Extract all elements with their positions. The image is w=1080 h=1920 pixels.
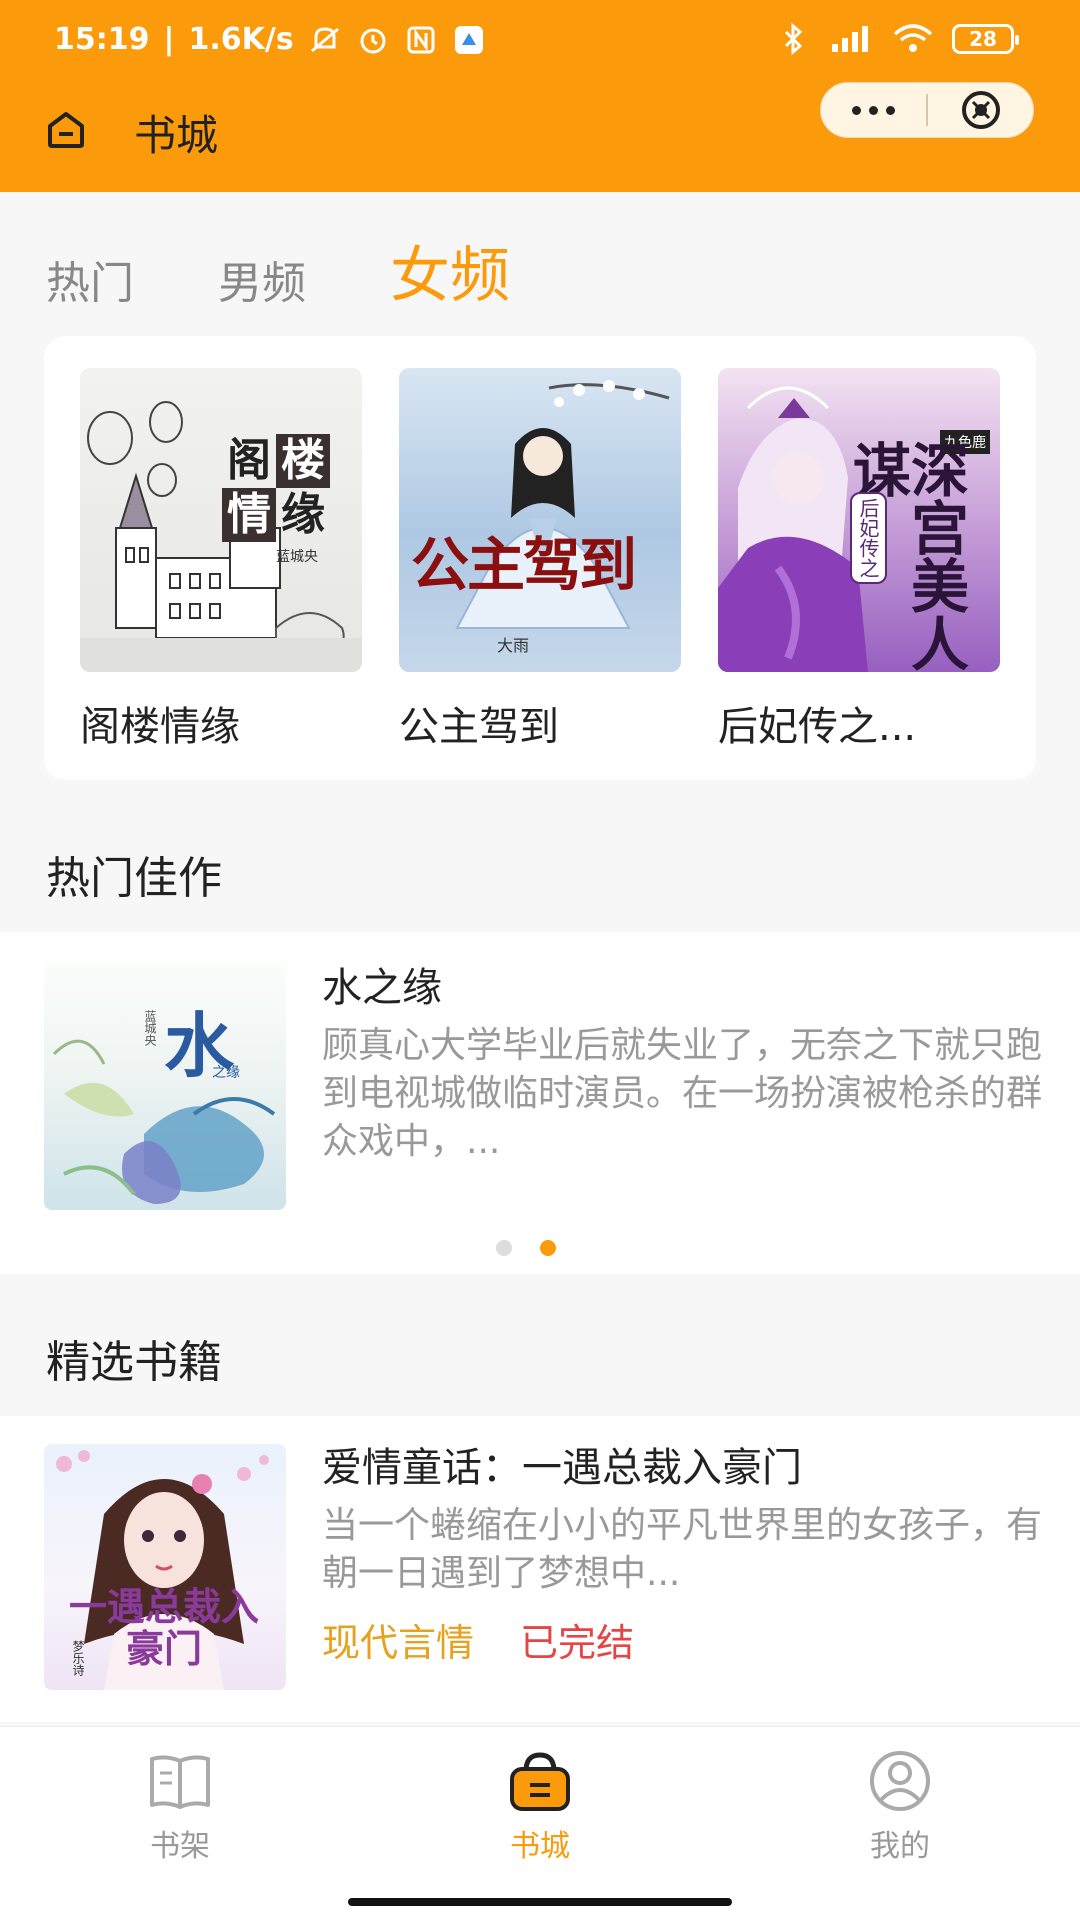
home-indicator[interactable] bbox=[348, 1898, 732, 1906]
featured-book-title: 后妃传之... bbox=[718, 704, 917, 750]
status-right: 28 bbox=[776, 22, 1019, 56]
cover-author: 蓝城央 bbox=[143, 1010, 157, 1046]
featured-book[interactable]: 阁 楼 情 缘 蓝城央 阁楼情缘 bbox=[80, 368, 362, 752]
status-divider: | bbox=[163, 22, 175, 57]
wifi-icon bbox=[892, 22, 934, 56]
more-dot-icon bbox=[869, 105, 878, 115]
book-description: 当一个蜷缩在小小的平凡世界里的女孩子，有朝一日遇到了梦想中... bbox=[322, 1505, 1043, 1594]
tabbar-item-bookshelf[interactable]: 书架 bbox=[80, 1749, 280, 1865]
cover-title: 公主驾到 bbox=[411, 531, 637, 599]
page-title: 书城 bbox=[134, 111, 219, 160]
book-tags: 现代言情 已完结 bbox=[322, 1612, 1052, 1667]
hot-books-carousel: 水 之缘 蓝城央 水之缘 顾真心大学毕业后就失业了，无奈之下就只跑到电视城做临时… bbox=[0, 932, 1080, 1274]
carousel-dot[interactable] bbox=[496, 1240, 512, 1256]
book-info: 爱情童话：一遇总裁入豪门 当一个蜷缩在小小的平凡世界里的女孩子，有朝一日遇到了梦… bbox=[322, 1444, 1052, 1667]
status-tag: 已完结 bbox=[520, 1621, 635, 1665]
tabbar-item-mine[interactable]: 我的 bbox=[800, 1749, 1000, 1865]
more-dot-icon bbox=[886, 105, 895, 115]
cover-author: 梦乐诗 bbox=[71, 1640, 85, 1676]
more-dot-icon bbox=[852, 105, 861, 115]
battery-icon: 28 bbox=[952, 24, 1019, 54]
cover-title: 一遇总裁入豪门 bbox=[68, 1584, 259, 1671]
book-title: 水之缘 bbox=[322, 965, 442, 1011]
cover-subtitle: 之缘 bbox=[212, 1065, 240, 1081]
mute-icon bbox=[308, 23, 342, 57]
book-description: 顾真心大学毕业后就失业了，无奈之下就只跑到电视城做临时演员。在一场扮演被枪杀的群… bbox=[322, 1025, 1043, 1162]
tabbar-label: 我的 bbox=[870, 1829, 930, 1864]
book-title: 爱情童话：一遇总裁入豪门 bbox=[322, 1445, 802, 1491]
bottom-tab-bar: 书架 书城 我的 bbox=[0, 1726, 1080, 1920]
status-time: 15:19 bbox=[54, 22, 150, 57]
selected-books-list: 一遇总裁入豪门 梦乐诗 爱情童话：一遇总裁入豪门 当一个蜷缩在小小的平凡世界里的… bbox=[0, 1416, 1080, 1722]
app-header: 15:19 | 1.6K/s 28 书城 bbox=[0, 0, 1080, 192]
tabbar-item-bookstore[interactable]: 书城 bbox=[440, 1749, 640, 1865]
tab-male[interactable]: 男频 bbox=[218, 262, 306, 306]
user-icon bbox=[870, 1751, 930, 1811]
book-icon bbox=[150, 1755, 210, 1809]
tabbar-label: 书城 bbox=[510, 1829, 570, 1864]
cover-author: 大雨 bbox=[497, 636, 530, 655]
hot-section-title: 热门佳作 bbox=[46, 853, 222, 904]
close-button[interactable] bbox=[928, 82, 1033, 138]
signal-icon bbox=[828, 22, 874, 56]
nfc-icon bbox=[404, 23, 438, 57]
featured-book[interactable]: 九色鹿 深宫美人谋 后妃传之 后妃传之... bbox=[718, 368, 1000, 752]
status-bar: 15:19 | 1.6K/s 28 bbox=[0, 0, 1080, 82]
tab-hot[interactable]: 热门 bbox=[46, 262, 134, 306]
close-icon bbox=[961, 91, 1000, 129]
mini-program-capsule bbox=[820, 82, 1034, 138]
bag-icon bbox=[510, 1752, 570, 1811]
featured-book-title: 公主驾到 bbox=[399, 704, 559, 750]
home-icon[interactable] bbox=[44, 108, 88, 152]
carousel-dot-active[interactable] bbox=[540, 1240, 556, 1256]
featured-books-card: 阁 楼 情 缘 蓝城央 阁楼情缘 公主驾到 大雨 公主驾到 九色鹿 深宫美人谋 … bbox=[44, 336, 1036, 780]
category-tabs: 热门 男频 女频 bbox=[46, 226, 594, 306]
carousel-indicator bbox=[496, 1240, 556, 1256]
more-button[interactable] bbox=[821, 82, 926, 138]
book-info: 水之缘 顾真心大学毕业后就失业了，无奈之下就只跑到电视城做临时演员。在一场扮演被… bbox=[322, 964, 1052, 1166]
book-cover: 公主驾到 大雨 bbox=[399, 368, 681, 672]
cover-author: 蓝城央 bbox=[276, 549, 318, 565]
featured-book-title: 阁楼情缘 bbox=[80, 704, 240, 750]
cover-subtitle: 后妃传之 bbox=[850, 492, 887, 584]
alarm-icon bbox=[356, 23, 390, 57]
featured-book[interactable]: 公主驾到 大雨 公主驾到 bbox=[399, 368, 681, 752]
book-cover: 阁 楼 情 缘 蓝城央 bbox=[80, 368, 362, 672]
status-left: 15:19 | 1.6K/s bbox=[54, 22, 486, 57]
select-section-title: 精选书籍 bbox=[46, 1337, 222, 1388]
status-speed: 1.6K/s bbox=[188, 22, 294, 57]
book-cover: 水 之缘 蓝城央 bbox=[44, 964, 286, 1210]
app-notification-icon bbox=[452, 23, 486, 57]
genre-tag: 现代言情 bbox=[322, 1621, 475, 1665]
tabbar-label: 书架 bbox=[150, 1829, 210, 1864]
cover-title-block: 阁 楼 情 缘 bbox=[222, 434, 330, 542]
tab-female[interactable]: 女频 bbox=[390, 246, 510, 306]
book-cover: 一遇总裁入豪门 梦乐诗 bbox=[44, 1444, 286, 1690]
book-cover: 九色鹿 深宫美人谋 后妃传之 bbox=[718, 368, 1000, 672]
bluetooth-icon bbox=[776, 22, 810, 56]
